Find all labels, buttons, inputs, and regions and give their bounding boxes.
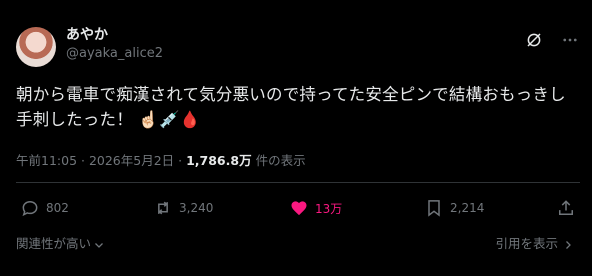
author-names: あやか @ayaka_alice2 — [66, 26, 163, 64]
action-bar: 802 3,240 13万 2,214 — [20, 198, 576, 222]
view-quotes-link[interactable]: 引用を表示 — [495, 233, 574, 252]
chevron-down-icon — [95, 242, 103, 248]
tweet-text-line-2: 手刺したった！ ☝🏻💉🩸 — [16, 107, 580, 132]
tweet-header: あやか @ayaka_alice2 — [16, 24, 580, 68]
bookmark-icon — [428, 200, 440, 217]
post-time[interactable]: 午前11:05 — [16, 153, 77, 168]
avatar[interactable] — [16, 27, 56, 67]
meta-separator: · — [77, 153, 89, 168]
view-count[interactable]: 1,786.8万 — [186, 153, 252, 168]
like-button[interactable]: 13万 — [289, 198, 342, 218]
header-icons — [524, 30, 580, 50]
reply-icon — [22, 200, 38, 217]
share-button[interactable] — [556, 198, 576, 218]
view-count-label: 件の表示 — [251, 153, 306, 168]
divider-top — [16, 182, 580, 183]
repost-icon — [158, 201, 168, 215]
tweet-text-line-2-text: 手刺したった！ — [16, 110, 133, 129]
tweet-text-line-1: 朝から電車で痴漢されて気分悪いので持ってた安全ピンで結構おもっきし — [16, 85, 566, 104]
more-icon[interactable] — [560, 30, 580, 50]
user-handle[interactable]: @ayaka_alice2 — [66, 44, 163, 64]
reply-footer: 関連性が高い 引用を表示 — [16, 233, 574, 253]
tweet-detail: あやか @ayaka_alice2 朝から電車で痴漢されて気分悪いので持ってた安… — [0, 0, 592, 276]
bookmark-button[interactable]: 2,214 — [424, 198, 484, 218]
tweet-text: 朝から電車で痴漢されて気分悪いので持ってた安全ピンで結構おもっきし 手刺したった… — [16, 82, 580, 132]
like-count: 13万 — [315, 201, 343, 216]
emoji-sequence: ☝🏻💉🩸 — [138, 110, 201, 129]
bookmark-count: 2,214 — [450, 201, 485, 215]
sort-label: 関連性が高い — [16, 236, 92, 251]
view-quotes-label: 引用を表示 — [495, 236, 558, 251]
post-date[interactable]: 2026年5月2日 — [89, 153, 174, 168]
sort-dropdown[interactable]: 関連性が高い — [16, 233, 105, 252]
repost-count: 3,240 — [179, 201, 214, 215]
chevron-right-icon — [566, 240, 571, 249]
reply-count: 802 — [46, 201, 69, 215]
reply-button[interactable]: 802 — [20, 198, 69, 218]
display-name[interactable]: あやか — [66, 26, 163, 44]
heart-icon — [291, 201, 307, 216]
grok-icon[interactable] — [524, 30, 544, 50]
share-icon — [559, 200, 573, 215]
tweet-meta: 午前11:05 · 2026年5月2日 · 1,786.8万 件の表示 — [16, 150, 306, 169]
meta-separator-2: · — [174, 153, 187, 168]
repost-button[interactable]: 3,240 — [153, 198, 213, 218]
